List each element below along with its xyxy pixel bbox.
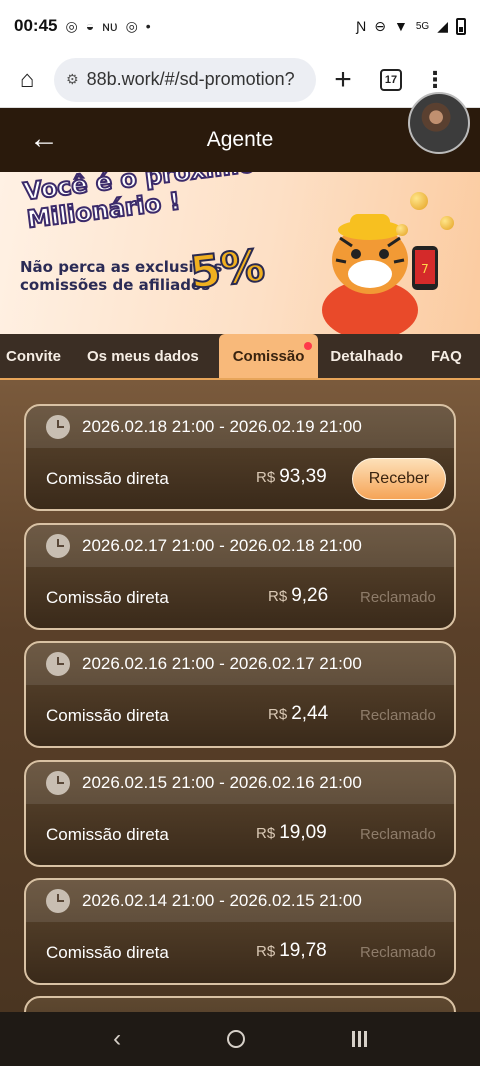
commission-card: 2026.02.14 21:00 - 2026.02.15 21:00 Comi… <box>24 878 456 985</box>
commission-amount: R$ 2,44 <box>268 703 328 725</box>
app-notification-icon: ◒ <box>85 18 95 34</box>
claimed-status: Reclamado <box>360 589 436 606</box>
banner-headline: Você é o próximo Milionário ! <box>21 172 257 235</box>
site-settings-icon[interactable]: ⚙ <box>66 71 79 88</box>
home-icon[interactable]: ⌂ <box>12 65 42 95</box>
promo-banner[interactable]: Você é o próximo Milionário ! Não perca … <box>0 172 480 334</box>
currency-symbol: R$ <box>256 469 276 486</box>
clock-icon <box>46 534 70 558</box>
clock-icon <box>46 652 70 676</box>
app-notification-icon: ɴᴜ <box>102 18 118 34</box>
claimed-status: Reclamado <box>360 826 436 843</box>
notification-dot <box>304 342 313 350</box>
date-range: 2026.02.17 21:00 - 2026.02.18 21:00 <box>82 536 362 555</box>
tab-meus-dados[interactable]: Os meus dados <box>81 334 205 378</box>
tab-detalhado[interactable]: Detalhado <box>324 334 409 378</box>
currency-symbol: R$ <box>256 943 276 960</box>
currency-symbol: R$ <box>256 825 276 842</box>
date-range: 2026.02.15 21:00 - 2026.02.16 21:00 <box>82 773 362 792</box>
clock-icon <box>46 889 70 913</box>
currency-symbol: R$ <box>268 706 288 723</box>
browser-toolbar: ⌂ ⚙ 88b.work/#/sd-promotion? + 17 ⋮ <box>0 52 480 108</box>
nav-recents-icon[interactable] <box>351 1031 367 1047</box>
commission-label: Comissão direta <box>46 468 169 488</box>
amount-value: 19,78 <box>279 940 327 961</box>
clock-icon <box>46 771 70 795</box>
commission-label: Comissão direta <box>46 942 169 962</box>
nav-back-icon[interactable]: ‹ <box>113 1025 121 1053</box>
claimed-status: Reclamado <box>360 707 436 724</box>
dnd-icon: ⊖ <box>374 17 387 34</box>
commission-amount: R$ 19,78 <box>256 940 327 962</box>
commission-card-partial <box>24 996 456 1012</box>
tab-comissao-label: Comissão <box>232 347 305 365</box>
app-notification-icon: ◎ <box>125 17 138 34</box>
nfc-icon: Ɲ <box>356 18 367 34</box>
banner-percent: 5% <box>187 239 269 300</box>
coin-decoration <box>396 224 408 236</box>
currency-symbol: R$ <box>268 588 288 605</box>
receive-button[interactable]: Receber <box>352 458 446 500</box>
tab-switcher-button[interactable]: 17 <box>380 68 402 91</box>
commission-amount: R$ 9,26 <box>268 585 328 607</box>
coin-decoration <box>440 216 454 230</box>
commission-amount: R$ 19,09 <box>256 822 327 844</box>
commission-card: 2026.02.18 21:00 - 2026.02.19 21:00 Comi… <box>24 404 456 511</box>
date-range: 2026.02.18 21:00 - 2026.02.19 21:00 <box>82 417 362 436</box>
page-title: Agente <box>206 128 274 151</box>
tiger-mascot-illustration: 7 <box>322 214 438 334</box>
date-range: 2026.02.14 21:00 - 2026.02.15 21:00 <box>82 891 362 910</box>
url-text: 88b.work/#/sd-promotion? <box>86 69 295 89</box>
tab-comissao[interactable]: Comissão <box>218 334 319 378</box>
new-tab-icon[interactable]: + <box>328 63 358 97</box>
status-bar: 00:45 ◎ ◒ ɴᴜ ◎ • Ɲ ⊖ ▼ 5G ◢ <box>0 0 480 52</box>
browser-menu-icon[interactable]: ⋮ <box>424 67 446 93</box>
network-label: 5G <box>415 20 430 32</box>
commission-label: Comissão direta <box>46 705 169 725</box>
status-time: 00:45 <box>14 16 58 35</box>
amount-value: 9,26 <box>291 585 329 606</box>
address-bar[interactable]: ⚙ 88b.work/#/sd-promotion? <box>54 57 316 102</box>
tab-bar: Convite Os meus dados Comissão Detalhado… <box>0 334 480 380</box>
claimed-status: Reclamado <box>360 944 436 961</box>
battery-icon <box>456 17 466 35</box>
app-header: ← Agente <box>0 92 480 172</box>
coin-decoration <box>410 192 428 210</box>
commission-card: 2026.02.16 21:00 - 2026.02.17 21:00 Comi… <box>24 641 456 748</box>
date-range: 2026.02.16 21:00 - 2026.02.17 21:00 <box>82 654 362 673</box>
amount-value: 2,44 <box>291 703 329 724</box>
commission-label: Comissão direta <box>46 824 169 844</box>
nav-home-icon[interactable] <box>227 1030 246 1048</box>
app-notification-icon: ◎ <box>65 17 78 34</box>
commission-label: Comissão direta <box>46 587 169 607</box>
wifi-icon: ▼ <box>394 18 408 34</box>
tab-convite[interactable]: Convite <box>0 334 67 378</box>
commission-amount: R$ 93,39 <box>256 466 327 488</box>
commission-card: 2026.02.17 21:00 - 2026.02.18 21:00 Comi… <box>24 523 456 630</box>
back-arrow-icon[interactable]: ← <box>22 122 66 158</box>
more-notifications-icon: • <box>145 18 151 34</box>
commission-list[interactable]: 2026.02.18 21:00 - 2026.02.19 21:00 Comi… <box>0 380 480 1012</box>
signal-icon: ◢ <box>437 17 448 34</box>
clock-icon <box>46 415 70 439</box>
amount-value: 93,39 <box>279 466 327 487</box>
tab-faq[interactable]: FAQ <box>425 334 468 378</box>
commission-card: 2026.02.15 21:00 - 2026.02.16 21:00 Comi… <box>24 760 456 867</box>
avatar[interactable] <box>408 92 470 154</box>
svg-text:7: 7 <box>421 262 429 276</box>
amount-value: 19,09 <box>279 822 327 843</box>
system-nav-bar: ‹ <box>0 1012 480 1066</box>
